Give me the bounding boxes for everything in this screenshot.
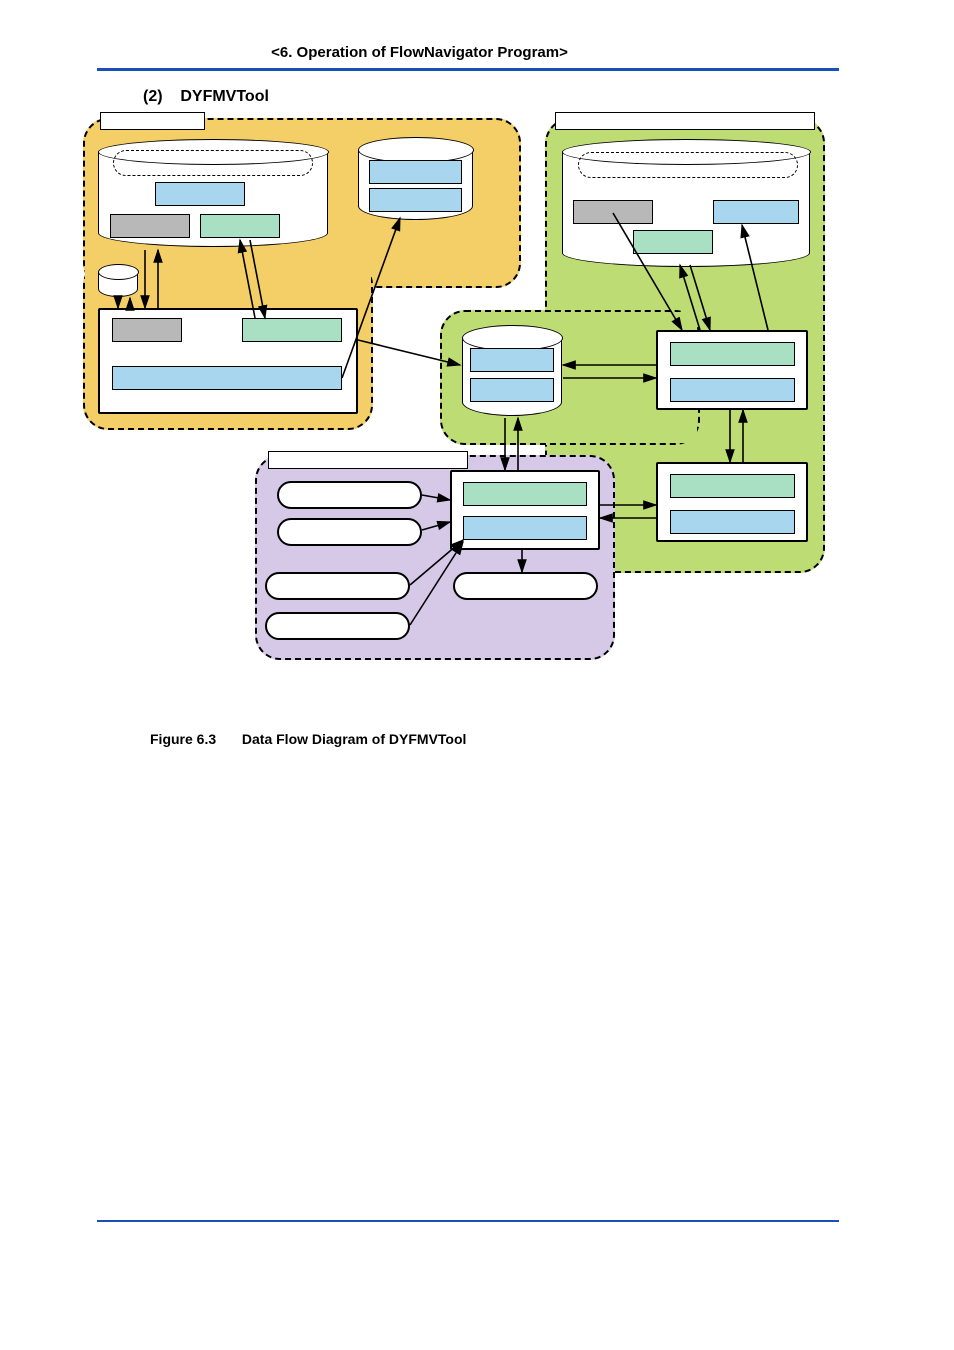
section-title: DYFMVTool xyxy=(180,88,269,105)
dataflow-diagram xyxy=(80,110,830,700)
figure-title: Data Flow Diagram of DYFMVTool xyxy=(242,731,467,747)
page-frame: <6. Operation of FlowNavigator Program> … xyxy=(0,0,954,1350)
figure-caption: Figure 6.3 Data Flow Diagram of DYFMVToo… xyxy=(150,731,466,747)
section-number: (2) xyxy=(143,88,163,105)
section-heading: (2) DYFMVTool xyxy=(143,88,269,106)
page-header: <6. Operation of FlowNavigator Program> xyxy=(0,44,839,61)
figure-number: Figure 6.3 xyxy=(150,731,238,747)
header-rule xyxy=(97,68,839,71)
footer-rule xyxy=(97,1220,839,1222)
arrows-layer xyxy=(80,110,830,700)
